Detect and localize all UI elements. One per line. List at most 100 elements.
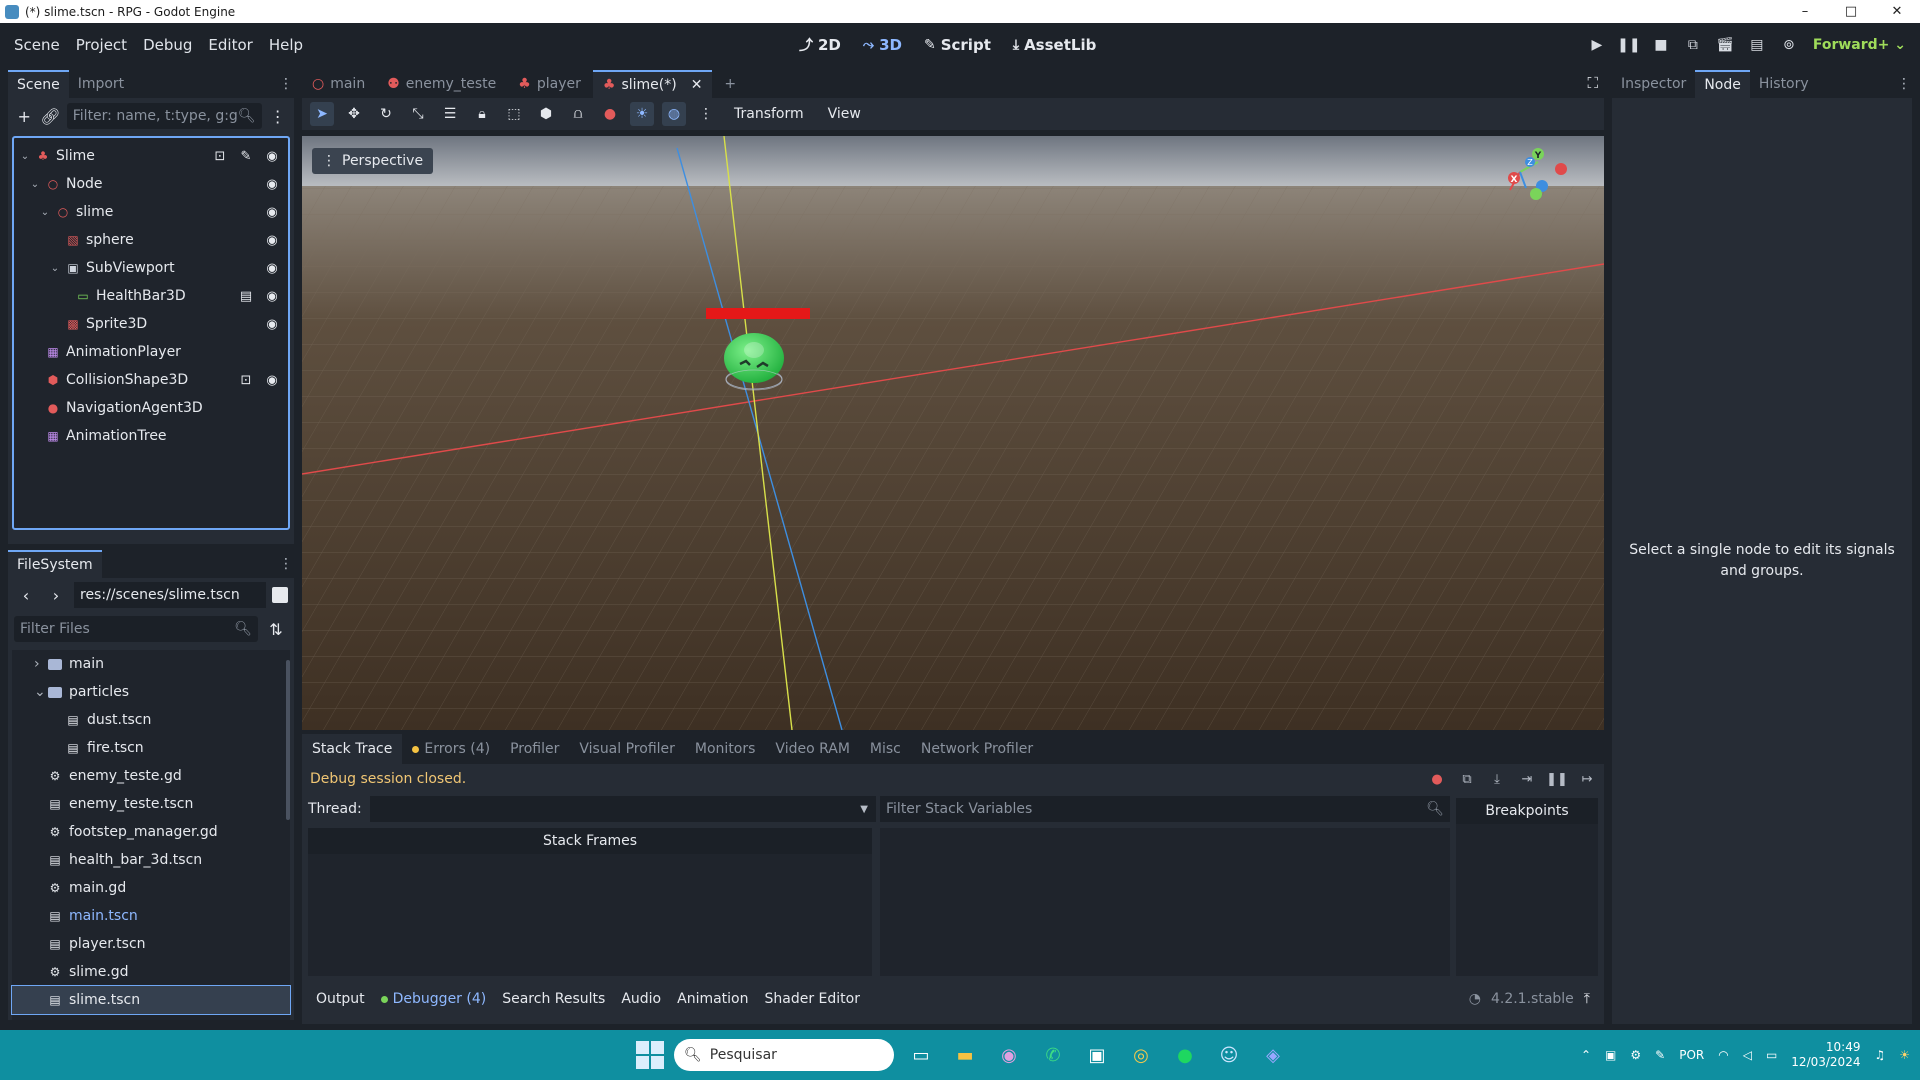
language-indicator[interactable]: POR [1679,1048,1704,1062]
snap-button[interactable]: ⩍ [566,102,590,126]
debugger-tab[interactable]: Visual Profiler [569,734,685,764]
expand-arrow-icon[interactable]: ⌄ [18,151,32,162]
debugger-tab[interactable]: Errors (4) [402,734,500,764]
play-scene-button[interactable]: 🎬︎ [1709,30,1741,60]
tab-filesystem[interactable]: FileSystem [8,550,102,578]
chevron-up-icon[interactable]: ⌃ [1581,1048,1591,1062]
pen-icon[interactable]: ✎ [1655,1048,1665,1062]
camera-preview-button[interactable]: ● [598,102,622,126]
back-button[interactable]: ‹ [14,583,38,607]
play-custom-scene-button[interactable]: ▤ [1741,30,1773,60]
stop-button[interactable]: ■ [1645,30,1677,60]
file-item[interactable]: ⚙ slime.gd [12,958,290,986]
copy-icon[interactable]: ⧉ [1458,770,1476,788]
tab-inspector[interactable]: Inspector [1612,70,1695,98]
godot-taskbar-icon[interactable]: ☺ [1212,1038,1246,1072]
whatsapp-icon[interactable]: ✆ [1036,1038,1070,1072]
debugger-tab[interactable]: Stack Trace [302,734,403,764]
intellij-icon[interactable]: ▣ [1080,1038,1114,1072]
scene-node[interactable]: ⬢ CollisionShape3D ⊡ ◉ [14,366,288,394]
scene-node[interactable]: ⌄ ▣ SubViewport ◉ [14,254,288,282]
file-explorer-icon[interactable]: ▬ [948,1038,982,1072]
rotate-mode-button[interactable]: ↻ [374,102,398,126]
step-over-icon[interactable]: ⇥ [1518,770,1536,788]
workspace-2d-button[interactable]: ⤴ 2D [790,35,850,55]
visibility-eye-icon[interactable]: ◉ [264,289,280,304]
file-item[interactable]: ▤ health_bar_3d.tscn [12,846,290,874]
tab-scene[interactable]: Scene [8,70,69,98]
scene-tab[interactable]: ⚉ enemy_teste [377,70,506,98]
volume-icon[interactable]: ◁ [1743,1048,1752,1062]
workspace-script-button[interactable]: ✎ Script [915,36,1000,54]
taskbar-search[interactable]: 🔍︎ Pesquisar [674,1039,894,1071]
view-menu[interactable]: View [820,106,869,122]
filter-stack-variables-input[interactable]: Filter Stack Variables 🔍︎ [880,796,1450,822]
distraction-free-icon[interactable]: ⛶ [1587,74,1598,92]
preview-menu-button[interactable]: ⋮ [694,102,718,126]
3d-viewport[interactable]: Y Z X ⋮ Perspective [302,136,1604,730]
tab-history[interactable]: History [1750,70,1818,98]
debugger-tab[interactable]: Monitors [685,734,766,764]
environment-preview-button[interactable]: ◍ [662,102,686,126]
open-scene-icon[interactable]: ⊡ [212,149,228,164]
warning-icon[interactable]: ⊡ [238,373,254,388]
tab-import[interactable]: Import [69,70,133,98]
debugger-tab[interactable]: Misc [860,734,911,764]
pause-button[interactable]: ❚❚ [1613,30,1645,60]
scene-node[interactable]: ▦ AnimationPlayer [14,338,288,366]
transform-menu[interactable]: Transform [726,106,812,122]
minimize-button[interactable]: – [1782,0,1828,23]
workspace-3d-button[interactable]: ⤳ 3D [854,36,911,54]
close-window-button[interactable]: ✕ [1874,0,1920,23]
renderer-selector[interactable]: Forward+ ⌄ [1805,37,1920,53]
play-button[interactable]: ▶ [1581,30,1613,60]
close-tab-icon[interactable]: ✕ [691,77,703,93]
scene-node[interactable]: ▦ AnimationTree [14,422,288,450]
tray-security-icon[interactable]: ⚙ [1630,1048,1641,1062]
scene-node[interactable]: ⌄ ○ slime ◉ [14,198,288,226]
select-mode-button[interactable]: ➤ [310,102,334,126]
task-view-icon[interactable]: ▭ [904,1038,938,1072]
scene-node[interactable]: ▩ Sprite3D ◉ [14,310,288,338]
movie-maker-button[interactable]: ⊚ [1773,30,1805,60]
scene-node[interactable]: ▭ HealthBar3D ▤ ◉ [14,282,288,310]
visibility-eye-icon[interactable]: ◉ [264,233,280,248]
split-mode-icon[interactable] [272,587,288,603]
file-item[interactable]: ▤ player.tscn [12,930,290,958]
expand-arrow-icon[interactable]: ⌄ [48,263,62,274]
menu-debug[interactable]: Debug [135,36,200,54]
menu-editor[interactable]: Editor [200,36,260,54]
visibility-eye-icon[interactable]: ◉ [264,149,280,164]
wifi-icon[interactable]: ◠ [1718,1048,1728,1062]
pin-panel-icon[interactable]: ⤒ [1584,991,1590,1007]
file-item[interactable]: ⚙ footstep_manager.gd [12,818,290,846]
expand-arrow-icon[interactable]: ⌄ [28,179,42,190]
list-select-button[interactable]: ☰ [438,102,462,126]
instance-scene-button[interactable]: 🔗︎ [40,104,60,128]
add-scene-tab-button[interactable]: + [714,70,746,98]
file-item[interactable]: › main [12,650,290,678]
perspective-button[interactable]: ⋮ Perspective [312,148,434,174]
sun-preview-button[interactable]: ☀ [630,102,654,126]
move-mode-button[interactable]: ✥ [342,102,366,126]
spotify-icon[interactable]: ● [1168,1038,1202,1072]
debugger-tab[interactable]: Network Profiler [911,734,1043,764]
battery-icon[interactable]: ▭ [1766,1048,1777,1062]
file-filter-input[interactable]: Filter Files 🔍︎ [14,616,258,642]
file-item[interactable]: ▤ fire.tscn [12,734,290,762]
lock-button[interactable]: 🔒︎ [470,102,494,126]
visibility-eye-icon[interactable]: ◉ [264,373,280,388]
folder-arrow-icon[interactable]: › [34,656,48,672]
file-item[interactable]: ⌄ particles [12,678,290,706]
tray-app-icon[interactable]: ▣ [1605,1048,1616,1062]
bottom-panel-button[interactable]: Debugger (4) [373,991,495,1007]
workspace-assetlib-button[interactable]: ⤓ AssetLib [1004,36,1105,54]
break-icon[interactable]: ❚❚ [1546,770,1568,788]
file-item[interactable]: ▤ enemy_teste.tscn [12,790,290,818]
file-item[interactable]: ⚙ enemy_teste.gd [12,762,290,790]
bottom-panel-button[interactable]: Audio [613,991,669,1007]
path-field[interactable]: res://scenes/slime.tscn [74,582,266,608]
visibility-eye-icon[interactable]: ◉ [264,261,280,276]
step-into-icon[interactable]: ⤓ [1488,770,1506,788]
menu-scene[interactable]: Scene [6,36,68,54]
